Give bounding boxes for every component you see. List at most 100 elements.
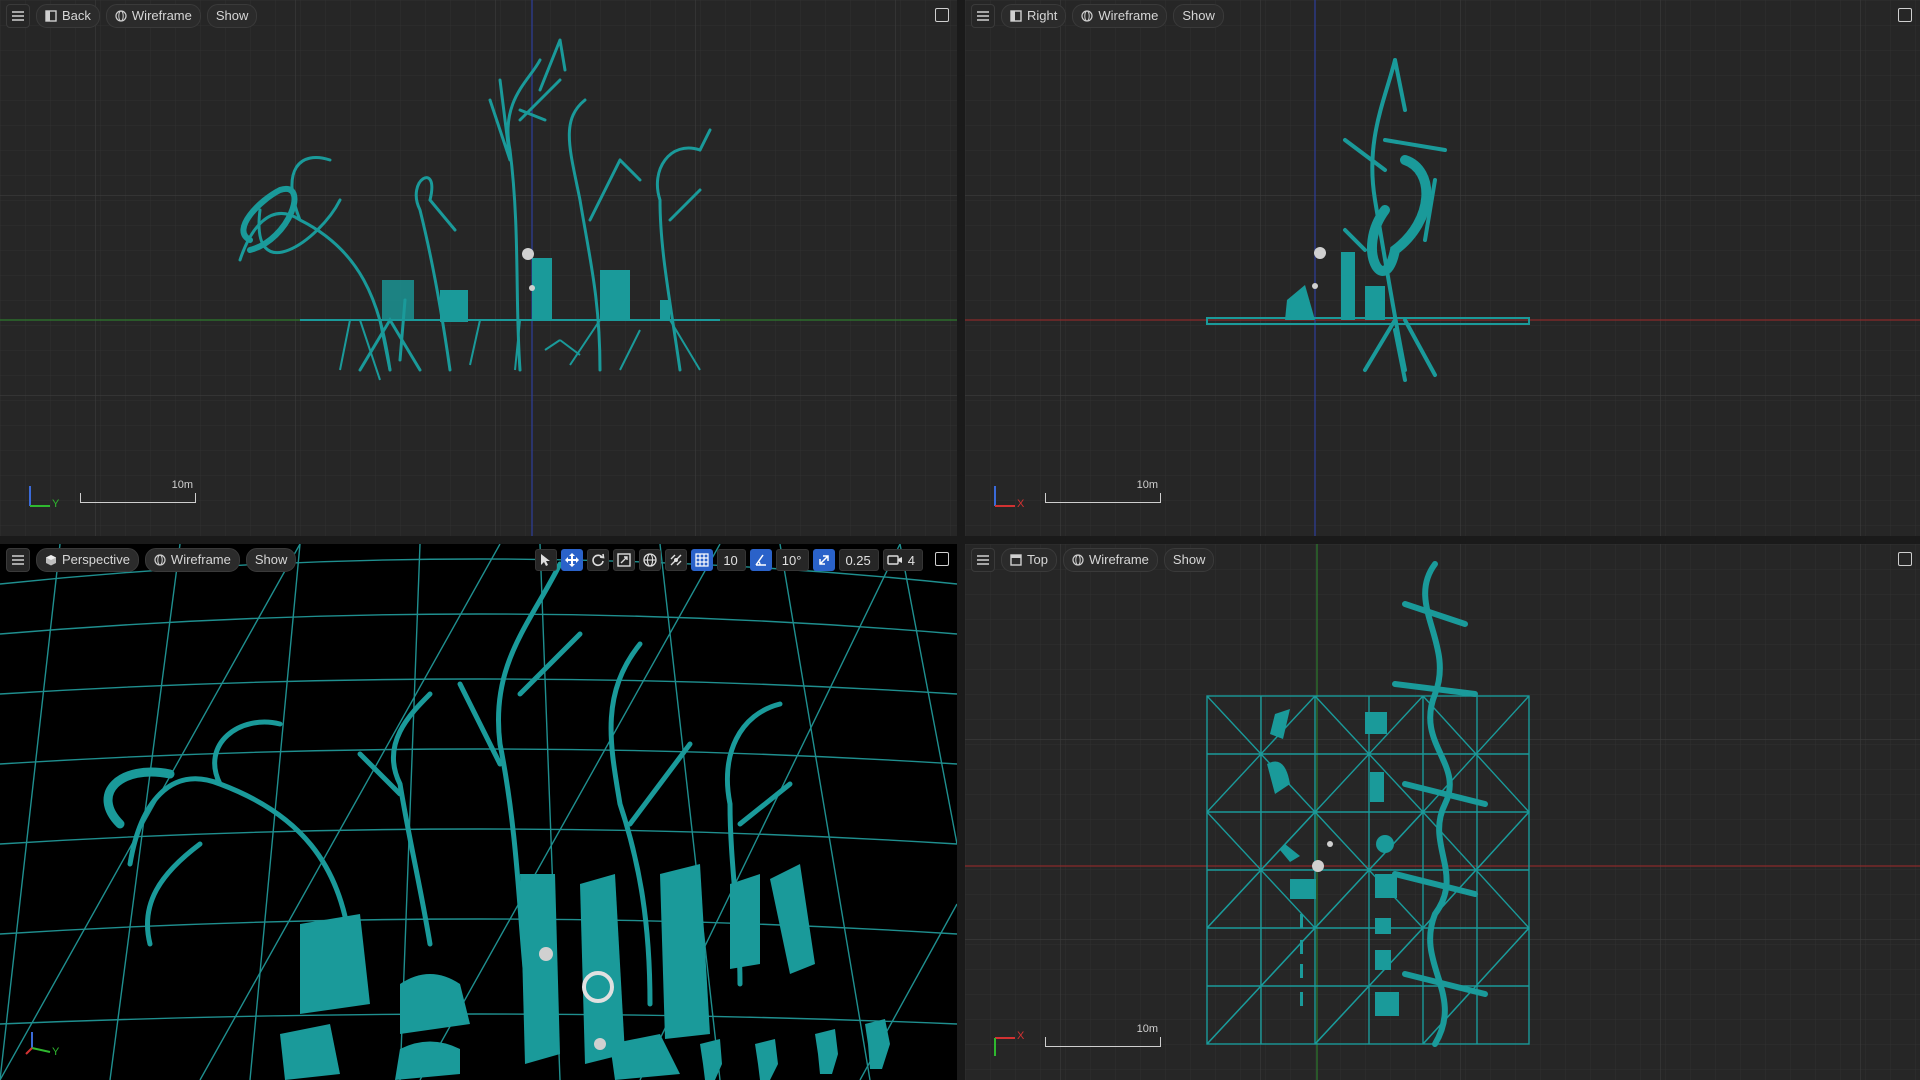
view-mode-label: Wireframe — [170, 552, 231, 567]
cursor-arrow-icon — [541, 554, 551, 566]
viewport-perspective[interactable]: Perspective Wireframe Show 10 10° 0.25 4… — [0, 544, 957, 1080]
view-type-button[interactable]: Back — [36, 4, 100, 28]
view-type-label: Right — [1027, 8, 1058, 23]
angle-icon — [755, 554, 766, 566]
scale-icon — [617, 553, 632, 567]
top-scene — [965, 544, 1920, 1080]
axis-h-label: X — [1017, 1030, 1025, 1042]
view-mode-label: Wireframe — [1098, 8, 1159, 23]
hamburger-icon — [12, 555, 24, 565]
top-view-icon — [1010, 554, 1022, 566]
show-flags-label: Show — [1182, 8, 1215, 23]
axis-gizmo-icon — [994, 1037, 1015, 1056]
camera-speed-value-label: 4 — [907, 552, 915, 568]
surface-snap-icon — [670, 554, 682, 566]
right-scene — [965, 0, 1920, 536]
axis-h-label: Y — [52, 1046, 60, 1058]
back-view-icon — [45, 10, 57, 22]
right-viewport-toolbar: Right Wireframe Show — [971, 4, 1224, 28]
grid-snap-toggle[interactable] — [691, 549, 714, 571]
grid-snap-value[interactable]: 10 — [717, 549, 746, 571]
show-flags-button[interactable]: Show — [206, 4, 258, 28]
view-mode-label: Wireframe — [131, 8, 192, 23]
surface-snapping-button[interactable] — [665, 549, 688, 571]
hamburger-icon — [977, 11, 989, 21]
view-type-label: Back — [62, 8, 91, 23]
viewport-menu-button[interactable] — [971, 548, 995, 572]
show-flags-label: Show — [1172, 552, 1206, 567]
axis-indicator: Y — [22, 464, 72, 514]
view-mode-button[interactable]: Wireframe — [105, 4, 201, 28]
view-mode-button[interactable]: Wireframe — [144, 548, 240, 572]
rotate-mode-button[interactable] — [587, 549, 610, 571]
show-flags-label: Show — [254, 552, 288, 567]
coordinate-system-button[interactable] — [639, 549, 662, 571]
wireframe-sphere-icon — [115, 10, 127, 22]
move-arrows-icon — [565, 553, 580, 567]
scale-mode-button[interactable] — [613, 549, 636, 571]
rotation-snap-value-label: 10° — [781, 552, 802, 568]
viewport-right[interactable]: Right Wireframe Show X 10m — [965, 0, 1920, 536]
back-viewport-toolbar: Back Wireframe Show — [6, 4, 258, 28]
axis-h-label: Y — [52, 498, 60, 510]
quad-viewport-layout: Back Wireframe Show Y 10m Right Wirefram… — [0, 0, 1920, 1080]
scale-label: 10m — [1136, 1023, 1158, 1035]
maximize-viewport-button[interactable] — [1898, 8, 1912, 22]
axis-gizmo-icon — [994, 486, 1015, 507]
select-mode-button[interactable] — [535, 549, 558, 571]
camera-speed-button[interactable]: 4 — [882, 549, 923, 571]
viewport-menu-button[interactable] — [6, 548, 30, 572]
perspective-cube-icon — [46, 555, 56, 566]
viewport-menu-button[interactable] — [971, 4, 995, 28]
scale-bar: 10m — [1045, 479, 1161, 503]
scale-label: 10m — [171, 479, 193, 491]
scale-snap-value[interactable]: 0.25 — [839, 549, 879, 571]
perspective-scene — [0, 544, 957, 1080]
maximize-viewport-button[interactable] — [935, 552, 949, 566]
perspective-viewport-toolbar: Perspective Wireframe Show — [6, 548, 297, 572]
grid-snap-value-label: 10 — [723, 552, 738, 568]
globe-icon — [643, 553, 657, 567]
scale-snap-toggle[interactable] — [813, 549, 836, 571]
viewport-menu-button[interactable] — [6, 4, 30, 28]
wireframe-sphere-icon — [1072, 554, 1084, 566]
show-flags-button[interactable]: Show — [1163, 548, 1215, 572]
show-flags-button[interactable]: Show — [245, 548, 297, 572]
viewport-top[interactable]: Top Wireframe Show X 10m — [965, 544, 1920, 1080]
view-type-button[interactable]: Right — [1001, 4, 1067, 28]
maximize-viewport-button[interactable] — [1898, 552, 1912, 566]
view-mode-button[interactable]: Wireframe — [1072, 4, 1168, 28]
axis-h-label: X — [1017, 498, 1025, 510]
axis-gizmo-icon — [25, 1032, 51, 1055]
view-mode-button[interactable]: Wireframe — [1062, 548, 1158, 572]
top-viewport-toolbar: Top Wireframe Show — [971, 548, 1215, 572]
view-type-button[interactable]: Top — [1001, 548, 1057, 572]
transform-toolbar: 10 10° 0.25 4 — [535, 548, 923, 572]
hamburger-icon — [977, 555, 989, 565]
scale-label: 10m — [1136, 479, 1158, 491]
rotation-snap-value[interactable]: 10° — [775, 549, 810, 571]
scale-snap-value-label: 0.25 — [845, 552, 871, 568]
maximize-viewport-button[interactable] — [935, 8, 949, 22]
right-view-icon — [1010, 10, 1022, 22]
scale-snap-icon — [819, 555, 830, 565]
show-flags-button[interactable]: Show — [1173, 4, 1224, 28]
axis-gizmo-icon — [29, 486, 50, 507]
translate-mode-button[interactable] — [561, 549, 584, 571]
axis-indicator: Y — [22, 1008, 72, 1058]
camera-icon — [887, 555, 902, 565]
scale-bar: 10m — [80, 479, 196, 503]
hamburger-icon — [12, 11, 24, 21]
rotation-snap-toggle[interactable] — [749, 549, 772, 571]
view-type-button[interactable]: Perspective — [36, 548, 139, 572]
back-scene — [0, 0, 957, 536]
viewport-back[interactable]: Back Wireframe Show Y 10m — [0, 0, 957, 536]
view-type-label: Perspective — [62, 552, 130, 567]
show-flags-label: Show — [215, 8, 249, 23]
axis-indicator: X — [987, 1008, 1037, 1058]
wireframe-sphere-icon — [1081, 10, 1093, 22]
grid-icon — [695, 553, 709, 567]
view-mode-label: Wireframe — [1088, 552, 1149, 567]
rotate-icon — [592, 553, 605, 567]
axis-indicator: X — [987, 464, 1037, 514]
